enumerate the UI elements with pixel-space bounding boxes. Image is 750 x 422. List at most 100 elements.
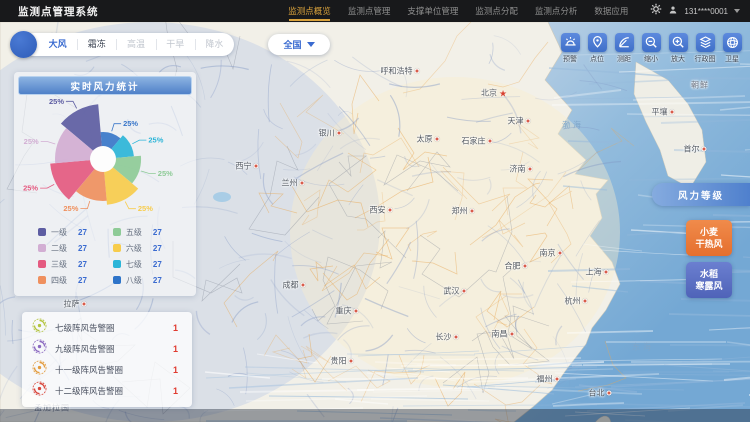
legend-item-4: 四级 27 [38,272,87,288]
toolbar-button-6[interactable]: 行政图 [692,33,718,64]
legend-name: 二级 [51,243,73,254]
legend-item-1: 一级 27 [38,224,87,240]
map-toolbar: 预警 点位 测距缩小放大行政图卫星 [557,33,745,64]
toolbar-button-1[interactable]: 预警 [557,33,583,64]
legend-swatch [113,276,121,284]
svg-text:25%: 25% [63,204,78,213]
nav-item-5[interactable]: 监测点分析 [535,0,578,22]
legend-name: 五级 [126,227,148,238]
alert-row-3[interactable]: 十一级阵风告警圈 1 [32,360,182,380]
rice-cold-dew-wind-button[interactable]: 水稻 寒露风 [686,262,732,298]
map-canvas[interactable]: 呼和浩特北京★天津太原石家庄济南银川西宁兰州西安郑州成都重庆武汉合肥南京上海杭州… [0,22,750,422]
toolbar-label: 测距 [617,54,631,64]
hazard-tab-4[interactable]: 干旱 [156,33,195,56]
legend-value: 27 [78,260,87,269]
wheat-dry-hot-wind-button[interactable]: 小麦 干热风 [686,220,732,256]
hazard-tab-1[interactable]: 大风 [38,33,77,56]
hazard-logo-circle-icon[interactable] [10,31,37,58]
legend-swatch [38,228,46,236]
wind-level-button[interactable]: 风力等级 [652,183,750,206]
legend-name: 六级 [126,243,148,254]
legend-name: 八级 [126,275,148,286]
alert-row-4[interactable]: 十二级阵风告警圈1 [32,381,182,401]
username[interactable]: 131****0001 [684,7,728,16]
legend-name: 四级 [51,275,73,286]
nav-item-1[interactable]: 监测点概览 [288,0,331,22]
hazard-tab-bar: 大风霜冻高温干旱降水 [22,33,234,56]
alert-label: 十一级阵风告警圈 [55,364,165,376]
wind-stats-panel: 实时风力统计 25%25%25%25%25%25%25%25% 一级27二级27… [14,72,196,296]
admin-map-icon [696,33,715,52]
wind-rose-chart: 25%25%25%25%25%25%25%25% [14,97,196,221]
legend-value: 27 [78,228,87,237]
toolbar-button-5[interactable]: 放大 [665,33,691,64]
app-title: 监测点管理系统 [18,4,99,19]
legend-swatch [113,244,121,252]
nav-item-2[interactable]: 监测点管理 [348,0,391,22]
navbar-right: 131****0001 [650,2,740,20]
legend-swatch [113,228,121,236]
typhoon-icon [32,381,47,401]
legend-value: 27 [153,276,162,285]
alert-row-2[interactable]: 九级阵风告警圈 1 [32,339,182,359]
toolbar-label: 点位 [590,54,604,64]
user-caret-down-icon[interactable] [734,9,740,13]
region-select[interactable]: 全国 [268,34,330,55]
zoom-in-icon [669,33,688,52]
legend-value: 27 [78,276,87,285]
toolbar-button-4[interactable]: 缩小 [638,33,664,64]
svg-text:25%: 25% [138,204,153,213]
toolbar-label: 放大 [671,54,685,64]
legend-name: 七级 [126,259,148,270]
alert-row-1[interactable]: 七级阵风告警圈1 [32,318,182,338]
svg-text:25%: 25% [148,136,163,145]
gear-icon[interactable] [650,2,662,20]
alert-count: 1 [173,344,178,354]
wheat-button-line1: 小麦 [700,226,718,238]
legend-swatch [38,260,46,268]
pin-icon [588,33,607,52]
toolbar-button-3[interactable]: 测距 [611,33,637,64]
hazard-tab-3[interactable]: 高温 [116,33,155,56]
svg-text:25%: 25% [158,169,173,178]
legend-item-8: 八级 27 [113,272,162,288]
region-select-value: 全国 [283,38,301,51]
legend-name: 三级 [51,259,73,270]
hazard-tab-5[interactable]: 降水 [195,33,234,56]
nav-item-6[interactable]: 数据应用 [594,0,628,22]
legend-swatch [38,244,46,252]
toolbar-button-7[interactable]: 卫星 [719,33,745,64]
typhoon-icon [32,318,47,338]
toolbar-label: 行政图 [695,54,716,64]
alert-count: 1 [173,365,178,375]
alarm-icon [561,33,580,52]
legend-item-6: 六级 27 [113,240,162,256]
legend-swatch [113,260,121,268]
legend-item-3: 三级 27 [38,256,87,272]
legend-value: 27 [153,260,162,269]
main-menu: 监测点概览监测点管理支撑单位管理监测点分配监测点分析数据应用 [288,0,628,22]
alert-label: 九级阵风告警圈 [55,343,165,355]
svg-text:25%: 25% [123,119,138,128]
zoom-out-icon [642,33,661,52]
satellite-icon [723,33,742,52]
measure-icon [615,33,634,52]
alert-count: 1 [173,386,178,396]
typhoon-icon [32,339,47,359]
bottom-overlay-bar [0,409,750,422]
toolbar-label: 预警 [563,54,577,64]
toolbar-label: 卫星 [725,54,739,64]
hazard-tab-2[interactable]: 霜冻 [77,33,116,56]
nav-item-3[interactable]: 支撑单位管理 [407,0,458,22]
legend-swatch [38,276,46,284]
gust-alerts-panel: 七级阵风告警圈1九级阵风告警圈1十一级阵风告警圈1十二级阵风告警圈1 [22,312,192,407]
legend-name: 一级 [51,227,73,238]
region-caret-down-icon [307,42,315,47]
toolbar-button-2[interactable]: 点位 [584,33,610,64]
legend-item-5: 五级27 [113,224,162,240]
app-root: 监测点管理系统 监测点概览监测点管理支撑单位管理监测点分配监测点分析数据应用 1… [0,0,750,422]
legend-value: 27 [153,244,162,253]
top-navbar: 监测点管理系统 监测点概览监测点管理支撑单位管理监测点分配监测点分析数据应用 1… [0,0,750,22]
legend-item-2: 二级27 [38,240,87,256]
nav-item-4[interactable]: 监测点分配 [475,0,518,22]
